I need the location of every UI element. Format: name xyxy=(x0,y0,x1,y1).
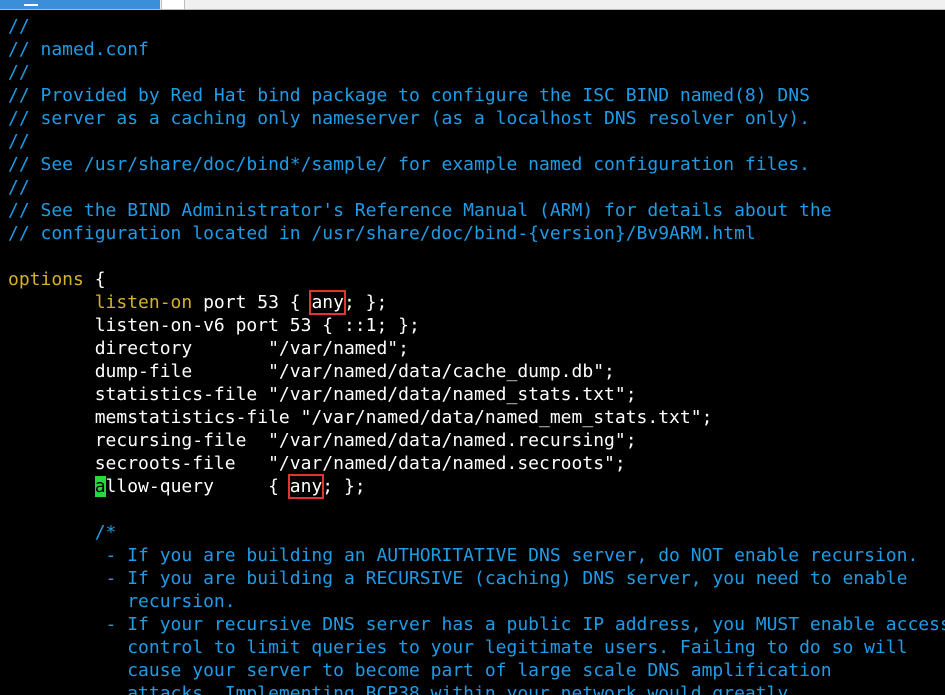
code-line-comment: // named.conf xyxy=(8,39,149,60)
code-line-listen-on: listen-on port 53 { any; }; xyxy=(8,290,945,315)
code-line-statistics-file: statistics-file "/var/named/data/named_s… xyxy=(8,384,637,405)
text-editor[interactable]: // // named.conf // // Provided by Red H… xyxy=(8,15,945,695)
text-cursor: a xyxy=(94,476,106,497)
code-line-comment: // xyxy=(8,62,30,83)
code-line-block-comment: cause your server to become part of larg… xyxy=(8,660,832,681)
code-line-comment: // See /usr/share/doc/bind*/sample/ for … xyxy=(8,154,810,175)
options-keyword: options xyxy=(8,269,84,290)
code-line-directory: directory "/var/named"; xyxy=(8,338,409,359)
allow-query-end: ; }; xyxy=(322,476,366,497)
code-line-block-comment: - If you are building a RECURSIVE (cachi… xyxy=(8,568,908,589)
code-line-comment: // Provided by Red Hat bind package to c… xyxy=(8,85,810,106)
tab-inactive[interactable] xyxy=(161,0,185,9)
listen-on-port: port 53 { xyxy=(192,292,312,313)
allow-query-value-highlight: any xyxy=(287,474,325,499)
options-open-brace: { xyxy=(83,269,106,290)
code-line-comment: // xyxy=(8,16,30,37)
code-line-listen-on-v6: listen-on-v6 port 53 { ::1; }; xyxy=(8,315,420,336)
listen-on-value-highlight: any xyxy=(309,290,346,315)
code-line-block-comment: attacks. Implementing BCP38 within your … xyxy=(8,683,789,695)
listen-on-end: ; }; xyxy=(343,292,388,313)
code-line-dump-file: dump-file "/var/named/data/cache_dump.db… xyxy=(8,361,615,382)
code-line-block-comment: recursion. xyxy=(8,591,236,612)
code-line-comment: // server as a caching only nameserver (… xyxy=(8,108,810,129)
code-line-options: options { xyxy=(8,268,945,291)
code-line-block-comment: - If your recursive DNS server has a pub… xyxy=(8,614,945,635)
listen-on-keyword: listen-on xyxy=(94,292,193,313)
code-line-block-comment: /* xyxy=(8,522,117,543)
code-line-comment: // xyxy=(8,131,30,152)
code-line-allow-query: allow-query { any; }; xyxy=(8,474,945,499)
allow-query-keyword: llow-query xyxy=(105,476,214,497)
code-line-memstatistics-file: memstatistics-file "/var/named/data/name… xyxy=(8,407,713,428)
code-line-comment: // See the BIND Administrator's Referenc… xyxy=(8,200,832,221)
tab-active[interactable] xyxy=(0,0,160,9)
tab-strip xyxy=(0,0,945,10)
code-line-comment: // configuration located in /usr/share/d… xyxy=(8,223,756,244)
code-line-recursing-file: recursing-file "/var/named/data/named.re… xyxy=(8,430,637,451)
code-line-block-comment: - If you are building an AUTHORITATIVE D… xyxy=(8,545,919,566)
code-line-block-comment: control to limit queries to your legitim… xyxy=(8,637,908,658)
code-line-comment: // xyxy=(8,177,30,198)
allow-query-open: { xyxy=(213,476,290,497)
tab-active-label xyxy=(24,4,38,6)
code-line-secroots-file: secroots-file "/var/named/data/named.sec… xyxy=(8,453,626,474)
